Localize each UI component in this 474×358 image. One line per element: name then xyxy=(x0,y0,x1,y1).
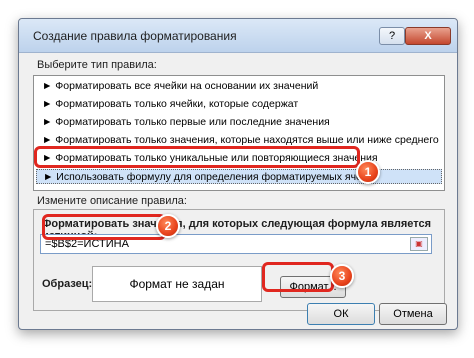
highlight-format-button xyxy=(262,262,334,292)
title-bar: Создание правила форматирования ? X xyxy=(19,19,457,53)
rule-type-item[interactable]: ► Форматировать только первые или послед… xyxy=(36,115,442,130)
new-formatting-rule-dialog: Создание правила форматирования ? X Выбе… xyxy=(18,18,458,330)
cancel-button[interactable]: Отмена xyxy=(379,303,447,325)
help-button[interactable]: ? xyxy=(379,27,405,45)
step-badge-2: 2 xyxy=(156,214,180,238)
rule-type-item[interactable]: ► Форматировать только ячейки, которые с… xyxy=(36,97,442,112)
range-select-icon[interactable]: ▣ xyxy=(410,237,428,251)
dialog-title: Создание правила форматирования xyxy=(33,29,237,43)
step-badge-1: 1 xyxy=(356,160,380,184)
sample-label: Образец: xyxy=(42,278,93,290)
rule-type-list[interactable]: ► Форматировать все ячейки на основании … xyxy=(33,75,445,191)
highlight-rule-item xyxy=(34,146,360,168)
step-badge-3: 3 xyxy=(330,264,354,288)
rule-type-item[interactable]: ► Форматировать все ячейки на основании … xyxy=(36,79,442,94)
close-button[interactable]: X xyxy=(405,27,451,45)
format-preview: Формат не задан xyxy=(92,266,262,302)
highlight-formula-input xyxy=(42,214,166,240)
rule-type-item-use-formula[interactable]: ► Использовать формулу для определения ф… xyxy=(36,169,442,184)
rule-type-label: Выберите тип правила: xyxy=(37,59,157,71)
description-label: Измените описание правила: xyxy=(37,195,187,207)
ok-button[interactable]: ОК xyxy=(307,303,375,325)
